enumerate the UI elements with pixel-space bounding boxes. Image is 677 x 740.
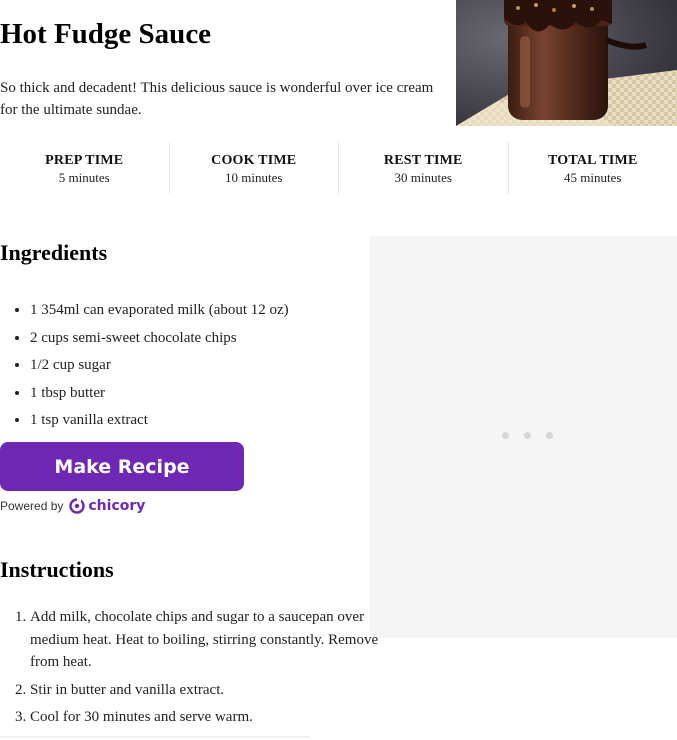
loading-dot bbox=[524, 432, 531, 439]
recipe-title: Hot Fudge Sauce bbox=[0, 18, 212, 50]
time-value: 5 minutes bbox=[58, 170, 110, 185]
cook-time: COOK TIME 10 minutes bbox=[170, 142, 339, 194]
recipe-photo bbox=[456, 0, 677, 126]
ingredients-list: 1 354ml can evaporated milk (about 12 oz… bbox=[0, 297, 370, 435]
prep-time: PREP TIME 5 minutes bbox=[0, 142, 170, 194]
ingredient-item: 1 tsp vanilla extract bbox=[30, 407, 370, 435]
chicory-logo-icon bbox=[69, 498, 86, 514]
powered-by-label: Powered by bbox=[0, 499, 64, 513]
time-value: 30 minutes bbox=[394, 170, 452, 185]
time-value: 45 minutes bbox=[564, 170, 622, 185]
ingredients-heading: Ingredients bbox=[0, 240, 108, 265]
divider bbox=[0, 736, 310, 738]
recipe-times: PREP TIME 5 minutes COOK TIME 10 minutes… bbox=[0, 142, 677, 194]
rest-time: REST TIME 30 minutes bbox=[339, 142, 509, 194]
time-label: TOTAL TIME bbox=[547, 153, 638, 168]
time-value: 10 minutes bbox=[225, 170, 283, 185]
instructions-heading: Instructions bbox=[0, 557, 114, 582]
instructions-list: Add milk, chocolate chips and sugar to a… bbox=[0, 606, 380, 734]
chicory-brand-text: chicory bbox=[88, 498, 146, 514]
ingredient-item: 1 354ml can evaporated milk (about 12 oz… bbox=[30, 297, 370, 325]
instruction-step: Add milk, chocolate chips and sugar to a… bbox=[30, 606, 380, 674]
make-recipe-button[interactable]: Make Recipe bbox=[0, 442, 244, 491]
time-label: PREP TIME bbox=[45, 153, 124, 168]
recipe-description: So thick and decadent! This delicious sa… bbox=[0, 80, 434, 118]
powered-by-chicory: Powered by chicory bbox=[0, 496, 145, 516]
ingredient-item: 2 cups semi-sweet chocolate chips bbox=[30, 325, 370, 353]
chicory-logo[interactable]: chicory bbox=[69, 498, 145, 514]
instruction-step: Stir in butter and vanilla extract. bbox=[30, 679, 380, 702]
ingredient-item: 1 tbsp butter bbox=[30, 380, 370, 408]
time-label: COOK TIME bbox=[211, 153, 297, 168]
ingredient-item: 1/2 cup sugar bbox=[30, 352, 370, 380]
time-label: REST TIME bbox=[383, 153, 463, 168]
ad-placeholder bbox=[370, 236, 677, 638]
instruction-step: Cool for 30 minutes and serve warm. bbox=[30, 706, 380, 729]
loading-dot bbox=[502, 432, 509, 439]
loading-dot bbox=[546, 432, 553, 439]
total-time: TOTAL TIME 45 minutes bbox=[509, 142, 677, 194]
loading-dots-icon bbox=[502, 432, 553, 439]
